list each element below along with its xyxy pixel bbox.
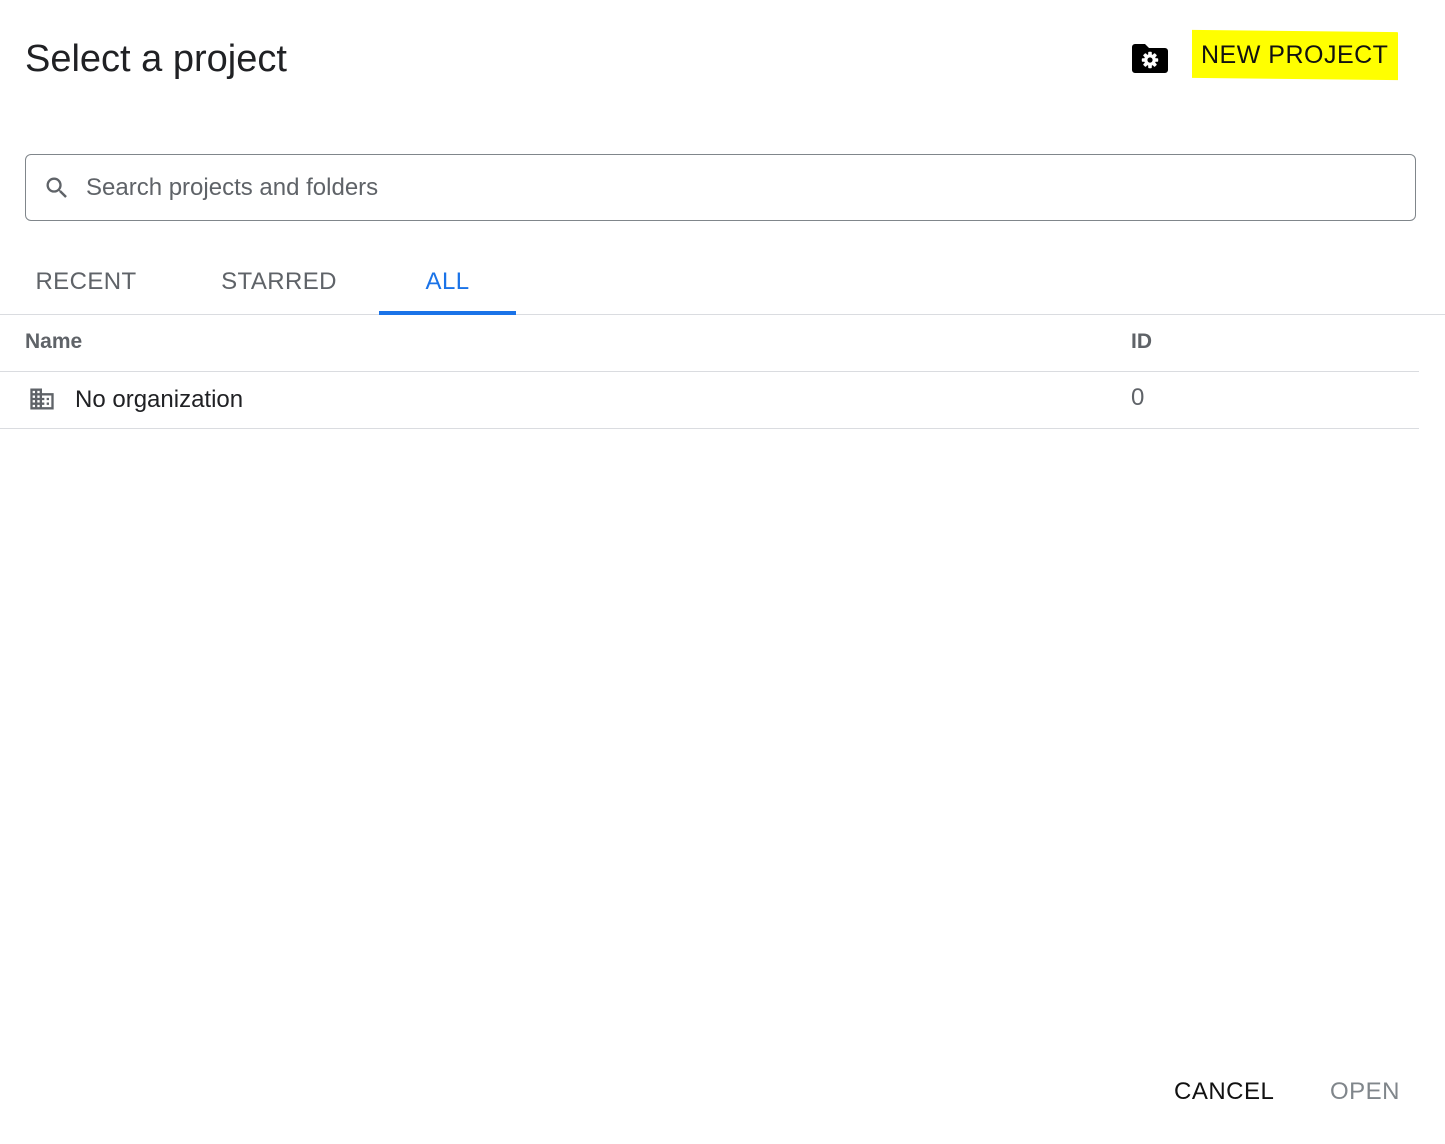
dialog-title: Select a project (25, 38, 287, 80)
table-row[interactable]: No organization 0 (0, 372, 1419, 429)
active-tab-indicator (379, 311, 516, 315)
organization-icon (28, 385, 56, 413)
cancel-button[interactable]: CANCEL (1174, 1070, 1274, 1114)
row-id: 0 (1131, 384, 1145, 411)
open-button[interactable]: OPEN (1330, 1070, 1400, 1114)
column-header-name[interactable]: Name (25, 330, 82, 354)
folder-settings-icon (1130, 41, 1170, 80)
tab-all[interactable]: ALL (379, 250, 516, 315)
search-field[interactable] (25, 154, 1416, 221)
table-header: Name ID (0, 316, 1419, 372)
manage-resources-button[interactable] (1124, 38, 1176, 82)
search-icon (42, 173, 72, 203)
new-project-label: NEW PROJECT (1201, 40, 1389, 69)
tab-bar: RECENT STARRED ALL (0, 250, 1445, 315)
row-name: No organization (75, 386, 244, 413)
search-input[interactable] (84, 172, 1415, 203)
project-table: Name ID No organization 0 (0, 316, 1419, 429)
tab-all-label: ALL (425, 268, 470, 295)
tab-starred[interactable]: STARRED (186, 250, 372, 314)
new-project-button[interactable]: NEW PROJECT (1192, 29, 1398, 81)
column-header-id[interactable]: ID (1131, 330, 1152, 354)
tab-recent[interactable]: RECENT (0, 250, 172, 314)
